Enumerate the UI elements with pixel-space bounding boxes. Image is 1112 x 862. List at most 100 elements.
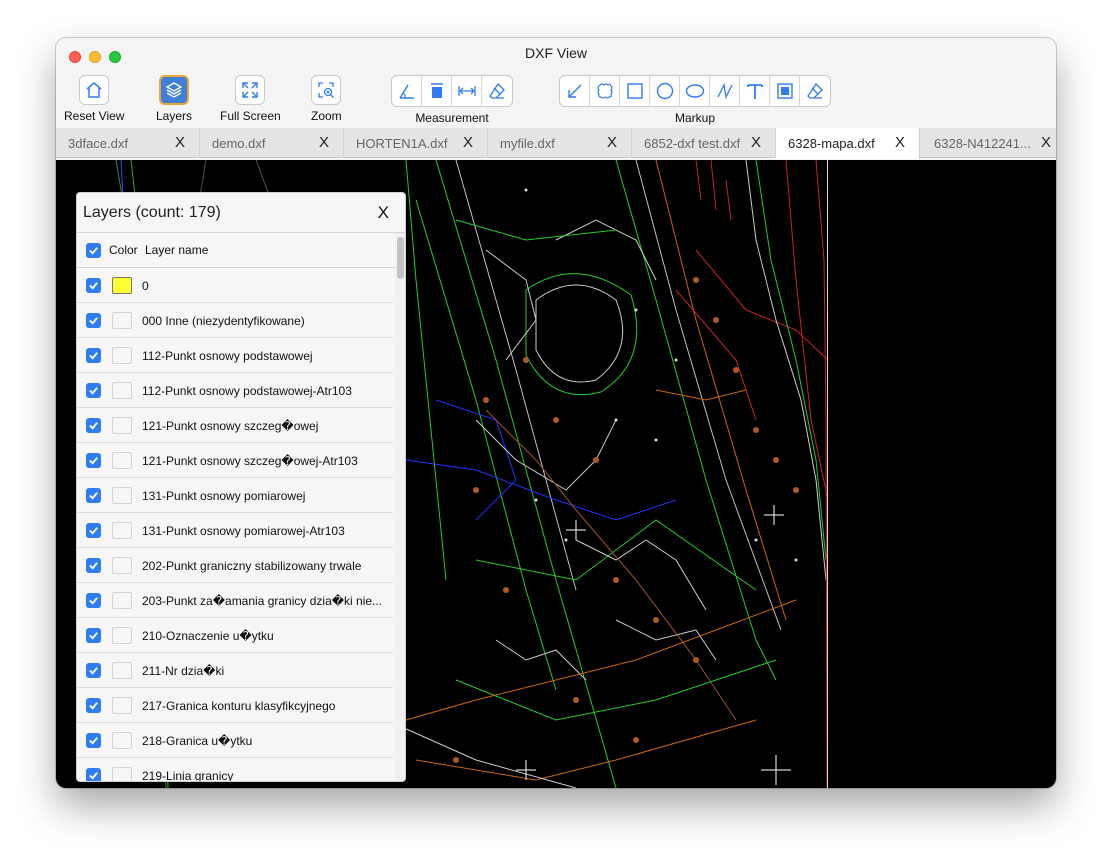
layer-visible-checkbox[interactable] <box>86 663 101 678</box>
layer-color-swatch[interactable] <box>112 347 132 364</box>
layer-row[interactable]: 211-Nr dzia�ki <box>77 653 393 688</box>
cloud-icon[interactable] <box>590 76 620 106</box>
layer-color-swatch[interactable] <box>112 487 132 504</box>
measurement-group: Measurement <box>391 75 513 125</box>
layer-color-swatch[interactable] <box>112 697 132 714</box>
tab-6328-n412241[interactable]: 6328-N412241... X <box>920 128 1056 158</box>
tab-bar: 3dface.dxf X demo.dxf X HORTEN1A.dxf X m… <box>56 128 1056 159</box>
layer-visible-checkbox[interactable] <box>86 488 101 503</box>
tab-close-icon[interactable]: X <box>463 134 473 151</box>
layer-visible-checkbox[interactable] <box>86 418 101 433</box>
layer-color-swatch[interactable] <box>112 417 132 434</box>
layer-color-swatch[interactable] <box>112 452 132 469</box>
tab-label: HORTEN1A.dxf <box>356 136 448 151</box>
layer-row[interactable]: 112-Punkt osnowy podstawowej-Atr103 <box>77 373 393 408</box>
layer-name: 131-Punkt osnowy pomiarowej <box>142 489 306 503</box>
tab-close-icon[interactable]: X <box>1041 134 1051 151</box>
layer-visible-checkbox[interactable] <box>86 523 101 538</box>
filled-rectangle-icon[interactable] <box>770 76 800 106</box>
layer-row[interactable]: 000 Inne (niezydentyfikowane) <box>77 303 393 338</box>
distance-measure-icon[interactable] <box>452 76 482 106</box>
layer-row[interactable]: 218-Granica u�ytku <box>77 723 393 758</box>
area-measure-icon[interactable] <box>422 76 452 106</box>
ellipse-icon[interactable] <box>680 76 710 106</box>
select-all-checkbox[interactable] <box>86 243 101 258</box>
layers-scrollbar[interactable] <box>395 233 405 781</box>
layer-name: 211-Nr dzia�ki <box>142 664 225 678</box>
tab-label: 6328-mapa.dxf <box>788 136 875 151</box>
angle-measure-icon[interactable] <box>392 76 422 106</box>
layer-row[interactable]: 121-Punkt osnowy szczeg�owej-Atr103 <box>77 443 393 478</box>
tab-6852-dxf-test[interactable]: 6852-dxf test.dxf X <box>632 128 776 158</box>
layer-visible-checkbox[interactable] <box>86 348 101 363</box>
full-screen-label: Full Screen <box>220 109 281 123</box>
layer-visible-checkbox[interactable] <box>86 278 101 293</box>
layer-row[interactable]: 131-Punkt osnowy pomiarowej-Atr103 <box>77 513 393 548</box>
layer-row[interactable]: 121-Punkt osnowy szczeg�owej <box>77 408 393 443</box>
tab-close-icon[interactable]: X <box>175 134 185 151</box>
markup-label: Markup <box>674 111 715 125</box>
column-color: Color <box>109 243 138 257</box>
layer-visible-checkbox[interactable] <box>86 453 101 468</box>
layer-color-swatch[interactable] <box>112 312 132 329</box>
layer-visible-checkbox[interactable] <box>86 768 101 781</box>
tab-close-icon[interactable]: X <box>607 134 617 151</box>
layer-row[interactable]: 0 <box>77 268 393 303</box>
tab-label: 6328-N412241... <box>934 136 1031 151</box>
layer-visible-checkbox[interactable] <box>86 698 101 713</box>
tab-6328-mapa[interactable]: 6328-mapa.dxf X <box>776 128 920 159</box>
layers-label: Layers <box>156 109 193 123</box>
home-icon[interactable] <box>79 75 110 105</box>
layer-name: 131-Punkt osnowy pomiarowej-Atr103 <box>142 524 345 538</box>
layer-visible-checkbox[interactable] <box>86 558 101 573</box>
layer-visible-checkbox[interactable] <box>86 383 101 398</box>
layer-color-swatch[interactable] <box>112 592 132 609</box>
layer-row[interactable]: 131-Punkt osnowy pomiarowej <box>77 478 393 513</box>
layer-name: 121-Punkt osnowy szczeg�owej-Atr103 <box>142 454 358 468</box>
layers-button[interactable]: Layers <box>156 75 192 123</box>
layer-color-swatch[interactable] <box>112 767 132 781</box>
reset-view-button[interactable]: Reset View <box>64 75 124 123</box>
circle-icon[interactable] <box>650 76 680 106</box>
layer-row[interactable]: 112-Punkt osnowy podstawowej <box>77 338 393 373</box>
eraser-icon[interactable] <box>482 76 512 106</box>
layers-icon[interactable] <box>159 75 190 105</box>
markup-eraser-icon[interactable] <box>800 76 830 106</box>
rectangle-icon[interactable] <box>620 76 650 106</box>
zoom-button[interactable]: Zoom <box>311 75 342 123</box>
layer-row[interactable]: 210-Oznaczenie u�ytku <box>77 618 393 653</box>
tab-demo[interactable]: demo.dxf X <box>200 128 344 158</box>
layer-row[interactable]: 202-Punkt graniczny stabilizowany trwale <box>77 548 393 583</box>
tab-close-icon[interactable]: X <box>751 134 761 151</box>
layer-color-swatch[interactable] <box>112 557 132 574</box>
tab-close-icon[interactable]: X <box>895 134 905 151</box>
layer-color-swatch[interactable] <box>112 277 132 294</box>
full-screen-button[interactable]: Full Screen <box>220 75 281 123</box>
layer-color-swatch[interactable] <box>112 662 132 679</box>
layers-scrollbar-thumb[interactable] <box>397 237 404 279</box>
zoom-in-icon[interactable] <box>311 75 342 105</box>
layer-visible-checkbox[interactable] <box>86 628 101 643</box>
layer-name: 217-Granica konturu klasyfikcyjnego <box>142 699 336 713</box>
layers-panel-close-button[interactable]: X <box>378 203 389 223</box>
text-icon[interactable] <box>740 76 770 106</box>
layer-visible-checkbox[interactable] <box>86 733 101 748</box>
layer-color-swatch[interactable] <box>112 732 132 749</box>
tab-3dface[interactable]: 3dface.dxf X <box>56 128 200 158</box>
layer-row[interactable]: 217-Granica konturu klasyfikcyjnego <box>77 688 393 723</box>
layer-row[interactable]: 219-Linia granicy <box>77 758 393 781</box>
layer-visible-checkbox[interactable] <box>86 593 101 608</box>
tab-close-icon[interactable]: X <box>319 134 329 151</box>
freehand-icon[interactable] <box>710 76 740 106</box>
layers-panel-title: Layers (count: 179) <box>83 204 221 221</box>
layer-color-swatch[interactable] <box>112 522 132 539</box>
layer-color-swatch[interactable] <box>112 382 132 399</box>
layer-color-swatch[interactable] <box>112 627 132 644</box>
layer-name: 112-Punkt osnowy podstawowej-Atr103 <box>142 384 352 398</box>
tab-horten1a[interactable]: HORTEN1A.dxf X <box>344 128 488 158</box>
arrow-icon[interactable] <box>560 76 590 106</box>
layer-row[interactable]: 203-Punkt za�amania granicy dzia�ki nie.… <box>77 583 393 618</box>
tab-myfile[interactable]: myfile.dxf X <box>488 128 632 158</box>
expand-icon[interactable] <box>235 75 266 105</box>
layer-visible-checkbox[interactable] <box>86 313 101 328</box>
